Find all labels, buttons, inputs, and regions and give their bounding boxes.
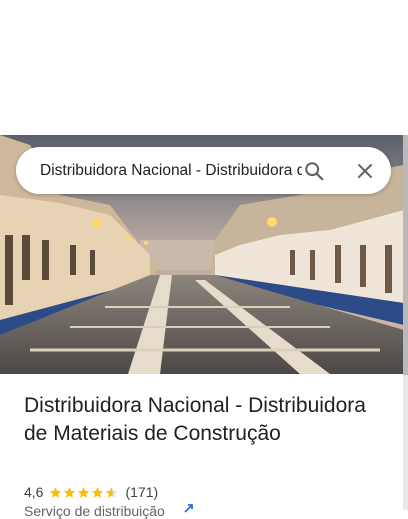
star-icon [64, 486, 76, 498]
rating-stars [49, 486, 119, 499]
scrollbar-thumb[interactable] [403, 135, 408, 375]
close-icon[interactable] [345, 147, 385, 194]
search-icon[interactable] [294, 147, 334, 194]
rating-row[interactable]: 4,6 (171) [24, 482, 158, 502]
star-icon [50, 486, 62, 498]
search-input[interactable]: Distribuidora Nacional - Distribuidora d… [40, 147, 302, 194]
search-bar[interactable]: Distribuidora Nacional - Distribuidora d… [16, 147, 391, 194]
share-arrow-icon[interactable] [183, 503, 195, 513]
star-half-icon [106, 486, 118, 498]
star-icon [92, 486, 104, 498]
star-icon [78, 486, 90, 498]
place-category[interactable]: Serviço de distribuição [24, 503, 165, 519]
review-count[interactable]: (171) [125, 484, 158, 500]
rating-value: 4,6 [24, 484, 44, 500]
place-title: Distribuidora Nacional - Distribuidora d… [24, 394, 366, 445]
